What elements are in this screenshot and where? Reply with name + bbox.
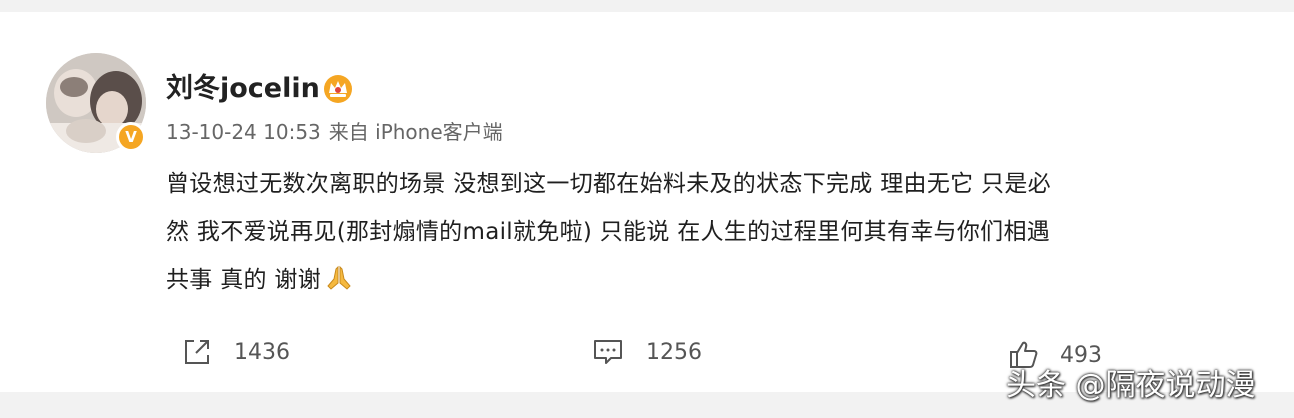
post-timestamp: 13-10-24 10:53: [166, 120, 321, 144]
comment-button[interactable]: 1256: [592, 335, 702, 369]
top-separator: [0, 0, 1294, 12]
crown-icon: [324, 75, 352, 103]
verified-badge-icon: V: [116, 122, 146, 152]
like-count: 493: [1060, 342, 1102, 368]
content-line: 共事 真的 谢谢: [166, 267, 322, 293]
repost-count: 1436: [234, 339, 290, 365]
repost-icon: [185, 340, 209, 364]
content-line-last: 共事 真的 谢谢: [166, 256, 1238, 304]
post-content: 曾设想过无数次离职的场景 没想到这一切都在始料未及的状态下完成 理由无它 只是必…: [166, 160, 1238, 304]
repost-button[interactable]: 1436: [182, 335, 290, 369]
watermark: 头条 @隔夜说动漫: [1006, 368, 1256, 403]
praying-hands-icon: [327, 265, 351, 290]
post-meta: 13-10-24 10:53 来自 iPhone客户端: [166, 118, 503, 146]
content-line: 曾设想过无数次离职的场景 没想到这一切都在始料未及的状态下完成 理由无它 只是必: [166, 171, 1051, 197]
content-line: 然 我不爱说再见(那封煽情的mail就免啦) 只能说 在人生的过程里何其有幸与你…: [166, 219, 1051, 245]
comment-count: 1256: [646, 339, 702, 365]
post-source[interactable]: 来自 iPhone客户端: [329, 120, 503, 144]
username[interactable]: 刘冬jocelin: [166, 70, 320, 108]
comment-icon: [594, 340, 622, 364]
